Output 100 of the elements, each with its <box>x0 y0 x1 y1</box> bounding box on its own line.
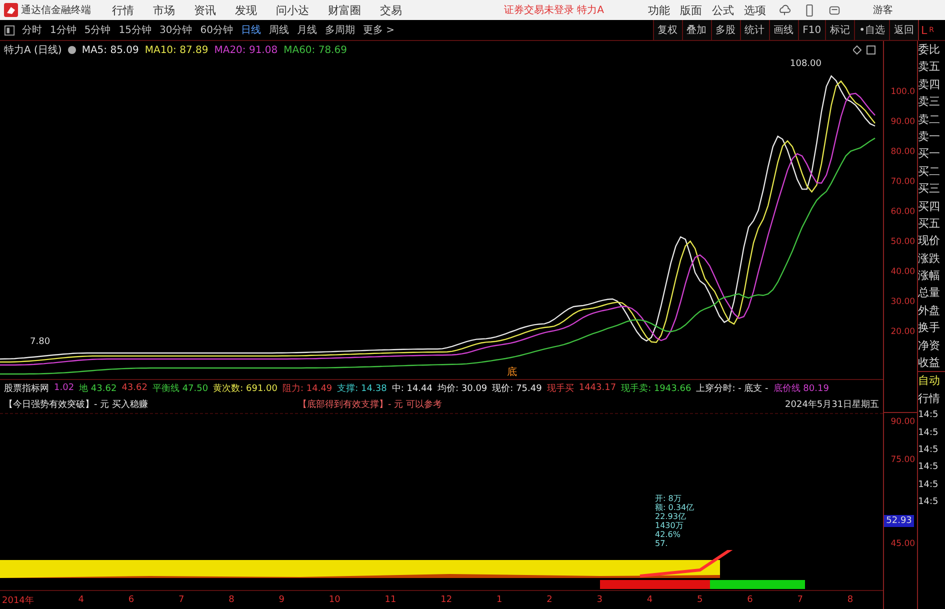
time-label: 14:5 <box>918 478 940 492</box>
toolbar-button[interactable]: 返回 <box>889 20 918 40</box>
user-label[interactable]: 游客 <box>873 3 894 17</box>
quote-field-label: 涨跌 <box>918 250 942 267</box>
axis-label: 75.00 <box>890 455 916 465</box>
indicator-value: 43.62 <box>122 383 148 393</box>
axis-label: 90.00 <box>890 417 916 427</box>
period-tab[interactable]: 60分钟 <box>196 23 237 37</box>
indicator-note: 42.6% <box>655 530 682 539</box>
period-tab[interactable]: 15分钟 <box>114 23 156 37</box>
indicator-value: 现手买 <box>546 382 574 394</box>
app-title: 通达信金融终端 <box>21 4 91 17</box>
toolbar-button[interactable]: •自选 <box>854 20 889 40</box>
time-label: 14:5 <box>918 444 940 457</box>
menu-item[interactable]: 财富圈 <box>321 2 368 18</box>
menu-item[interactable]: 行情 <box>105 2 141 18</box>
quote-field-label: 买五 <box>918 216 942 232</box>
indicator-value: 黄次数: 691.00 <box>213 382 278 394</box>
axis-label: 4 <box>78 595 84 605</box>
mode-tab[interactable]: 行情 <box>918 390 945 408</box>
logo-icon <box>4 3 18 17</box>
period-tab[interactable]: 30分钟 <box>155 23 196 37</box>
indicator-note: 22.93亿 <box>655 512 687 521</box>
axis-label: 70.00 <box>890 177 916 187</box>
ma-value: MA60: 78.69 <box>284 44 347 56</box>
period-tab[interactable]: 5分钟 <box>80 23 115 37</box>
indicator-note: 开: 8万 <box>655 494 682 503</box>
menu-item[interactable]: 版面 <box>676 2 706 18</box>
login-notice: 证券交易未登录 特力A <box>504 4 604 17</box>
menu-item[interactable]: 交易 <box>373 2 409 18</box>
time-label: 14:5 <box>918 496 940 510</box>
quote-field-label: 买一 <box>918 146 942 162</box>
indicator-value: 股票指标网 <box>4 382 49 394</box>
menu-item[interactable]: 资讯 <box>187 2 223 18</box>
period-tab[interactable]: 更多 > <box>358 23 399 37</box>
indicator-value: 1443.17 <box>578 383 616 393</box>
signal-text: 【今日强势有效突破】- 元 买入稳赚 <box>4 398 148 411</box>
period-tab[interactable]: 周线 <box>264 23 293 37</box>
message-icon[interactable] <box>828 4 842 16</box>
menu-item[interactable]: 市场 <box>146 2 182 18</box>
period-tab[interactable]: 多周期 <box>320 23 359 37</box>
toolbar-button[interactable]: 画线 <box>768 20 798 40</box>
signal-marker: 底 <box>507 366 517 379</box>
cloud-icon[interactable] <box>778 4 792 16</box>
axis-label: 10 <box>328 595 340 605</box>
ma-value: MA5: 85.09 <box>82 44 139 56</box>
time-label: 14:5 <box>918 409 940 422</box>
axis-label: 2014年 <box>2 594 34 606</box>
window-controls-icon[interactable] <box>853 45 878 55</box>
axis-label: 4 <box>646 595 653 605</box>
quote-field-label: 买四 <box>918 198 942 215</box>
axis-label: 9 <box>278 595 285 605</box>
toolbar-button[interactable]: 叠加 <box>682 20 711 40</box>
axis-label: 100.0 <box>890 87 916 97</box>
toolbar-button[interactable]: 多股 <box>710 20 740 40</box>
quote-field-label: 收益 <box>918 355 942 372</box>
indicator-note: 1430万 <box>655 521 684 530</box>
axis-label: 6 <box>747 595 753 605</box>
axis-label: 7 <box>178 595 184 605</box>
indicator-value: 均价: 30.09 <box>438 382 488 394</box>
quote-field-label: 现价 <box>918 233 942 250</box>
quote-field-label: 总量 <box>918 285 942 302</box>
quote-field-label: 净资 <box>918 338 942 354</box>
indicator-value: 地 43.62 <box>79 382 117 394</box>
axis-label: 7 <box>797 595 803 605</box>
signal-text: 【底部得到有效支撑】- 元 可以参考 <box>298 398 442 411</box>
menu-item[interactable]: 问小达 <box>269 2 316 18</box>
axis-label: 12 <box>440 595 452 605</box>
axis-label: 30.00 <box>890 297 916 307</box>
quote-field-label: 卖五 <box>918 59 942 76</box>
panel-toggle-icon[interactable] <box>4 24 15 36</box>
toolbar-button[interactable]: 标记 <box>825 20 854 40</box>
quote-field-label: 卖一 <box>918 128 942 145</box>
axis-label: 8 <box>228 595 234 605</box>
quote-field-label: 委比 <box>918 42 942 58</box>
menu-item[interactable]: 功能 <box>644 2 674 18</box>
period-tab[interactable]: 月线 <box>292 23 321 37</box>
indicator-value: 现价: 75.49 <box>492 382 542 394</box>
axis-label: 50.00 <box>890 237 916 247</box>
time-label: 14:5 <box>918 461 940 474</box>
mode-tab[interactable]: 自动 <box>918 371 945 390</box>
axis-label: 11 <box>384 595 396 605</box>
quote-field-label: 买三 <box>918 181 942 198</box>
quote-field-label: 外盘 <box>918 302 942 319</box>
axis-label: 45.00 <box>890 539 916 549</box>
indicator-value: 现手卖: 1943.66 <box>621 382 692 394</box>
toolbar-button[interactable]: 复权 <box>652 20 682 40</box>
period-tab[interactable]: 日线 <box>236 23 265 37</box>
indicator-value: 底价线 80.19 <box>773 382 829 394</box>
period-tab[interactable]: 分时 <box>18 23 46 37</box>
indicator-value: 上穿分时: - 底支 - <box>696 382 768 394</box>
settings-icon[interactable] <box>68 46 76 54</box>
toolbar-button[interactable]: 统计 <box>740 20 769 40</box>
menu-item[interactable]: 公式 <box>708 2 738 18</box>
toolbar-button[interactable]: F10 <box>798 20 826 40</box>
menu-item[interactable]: 发现 <box>228 2 264 18</box>
period-tab[interactable]: 1分钟 <box>46 23 80 37</box>
axis-label: 1 <box>496 595 502 605</box>
menu-item[interactable]: 选项 <box>740 2 770 18</box>
axis-label: 6 <box>128 595 134 605</box>
